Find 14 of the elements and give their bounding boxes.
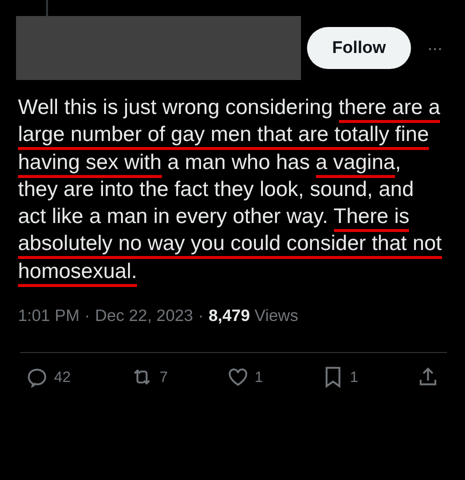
reply-count: 42 [54, 368, 71, 386]
tweet-text: Well this is just wrong considering there are a large number of gay men that are totally fine having sex with a man who has a vagina, they are into the fact they look, sound, and act like a man in every other way. There is absolutely no way you could consider that not homosexual. [18, 94, 443, 286]
separator-dot: · [198, 307, 204, 326]
more-menu-button[interactable]: ··· [427, 38, 442, 58]
separator-dot: · [84, 307, 90, 326]
view-count: 8,479 Views [208, 307, 298, 326]
heart-icon[interactable] [226, 366, 249, 388]
follow-button[interactable]: Follow [307, 27, 411, 69]
bookmark-count: 1 [350, 368, 358, 386]
reply-icon[interactable] [26, 366, 48, 388]
post-time: 1:01 PM [18, 307, 80, 326]
repost-count: 7 [160, 368, 168, 386]
like-count: 1 [254, 368, 263, 386]
post-date: Dec 22, 2023 [94, 307, 194, 326]
